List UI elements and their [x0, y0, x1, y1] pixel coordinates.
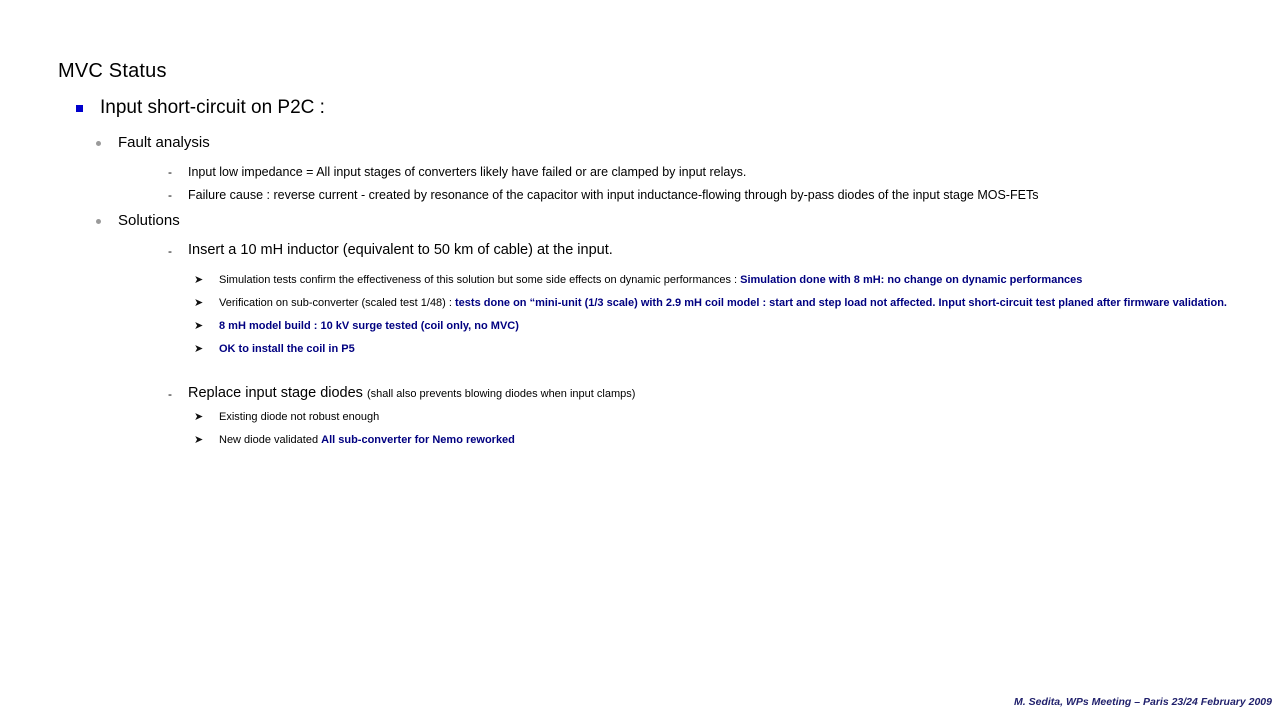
outline-level3-item: - Insert a 10 mH inductor (equivalent to…	[58, 241, 1238, 261]
level4-plain-text: New diode validated	[219, 434, 322, 446]
outline-level4-item: ➤ Existing diode not robust enough	[58, 409, 1238, 425]
outline-level1-label: Input short-circuit on P2C :	[100, 97, 325, 118]
outline-level2-label: Fault analysis	[118, 134, 210, 151]
level4-highlight-text: Simulation done with 8 mH: no change on …	[740, 274, 1083, 286]
square-bullet-icon	[76, 105, 83, 112]
level4-highlight-text: All sub-converter for Nemo reworked	[321, 434, 515, 446]
outline-level3-label: Replace input stage diodes (shall also p…	[188, 384, 635, 404]
outline-level3-item: - Replace input stage diodes (shall also…	[58, 384, 1238, 404]
arrow-bullet-icon: ➤	[194, 434, 204, 446]
outline-level2-item-solutions: Solutions	[58, 210, 1238, 231]
outline-level4-label: Simulation tests confirm the effectivene…	[219, 272, 1082, 288]
slide-body-outline: Input short-circuit on P2C : Fault analy…	[58, 96, 1238, 455]
outline-level4-label: OK to install the coil in P5	[219, 341, 355, 357]
dash-bullet-icon: -	[168, 387, 172, 401]
level4-highlight-text: OK to install the coil in P5	[219, 343, 355, 355]
arrow-bullet-icon: ➤	[194, 297, 204, 309]
outline-level3-item: - Failure cause : reverse current - crea…	[58, 186, 1238, 204]
arrow-bullet-icon: ➤	[194, 274, 204, 286]
dash-bullet-icon: -	[168, 165, 172, 179]
outline-level4-label: Verification on sub-converter (scaled te…	[219, 295, 1227, 311]
level3-main-text: Replace input stage diodes	[188, 385, 367, 401]
level4-plain-text: Existing diode not robust enough	[219, 411, 380, 423]
outline-level4-item: ➤ Verification on sub-converter (scaled …	[58, 295, 1238, 311]
dot-bullet-icon	[96, 141, 101, 146]
outline-level3-label: Input low impedance = All input stages o…	[188, 165, 747, 179]
dot-bullet-icon	[96, 219, 101, 224]
level4-highlight-text: tests done on “mini-unit (1/3 scale) wit…	[455, 297, 1227, 309]
outline-level3-label: Insert a 10 mH inductor (equivalent to 5…	[188, 242, 613, 258]
outline-level4-item: ➤ New diode validated All sub-converter …	[58, 432, 1238, 448]
outline-level2-label: Solutions	[118, 212, 180, 229]
outline-level4-label: 8 mH model build : 10 kV surge tested (c…	[219, 318, 519, 334]
arrow-bullet-icon: ➤	[194, 343, 204, 355]
slide-canvas: MVC Status Input short-circuit on P2C : …	[0, 0, 1280, 720]
outline-level4-item: ➤ 8 mH model build : 10 kV surge tested …	[58, 318, 1238, 334]
arrow-bullet-icon: ➤	[194, 411, 204, 423]
outline-level3-item: - Input low impedance = All input stages…	[58, 163, 1238, 181]
dash-bullet-icon: -	[168, 188, 172, 202]
outline-level4-item: ➤ Simulation tests confirm the effective…	[58, 272, 1238, 288]
outline-level3-label: Failure cause : reverse current - create…	[188, 188, 1039, 202]
outline-level1-item: Input short-circuit on P2C :	[58, 96, 1238, 120]
outline-level4-label: Existing diode not robust enough	[219, 409, 379, 425]
dash-bullet-icon: -	[168, 244, 172, 258]
outline-level4-label: New diode validated All sub-converter fo…	[219, 432, 515, 448]
level4-plain-text: Verification on sub-converter (scaled te…	[219, 297, 456, 309]
arrow-bullet-icon: ➤	[194, 320, 204, 332]
level3-note-text: (shall also prevents blowing diodes when…	[366, 388, 636, 400]
outline-level2-item-fault-analysis: Fault analysis	[58, 132, 1238, 153]
page-title: MVC Status	[58, 60, 167, 82]
slide-footer: M. Sedita, WPs Meeting – Paris 23/24 Feb…	[1014, 696, 1272, 708]
level4-plain-text: Simulation tests confirm the effectivene…	[219, 274, 741, 286]
outline-level4-item: ➤ OK to install the coil in P5	[58, 341, 1238, 357]
level4-highlight-text: 8 mH model build : 10 kV surge tested (c…	[219, 320, 519, 332]
